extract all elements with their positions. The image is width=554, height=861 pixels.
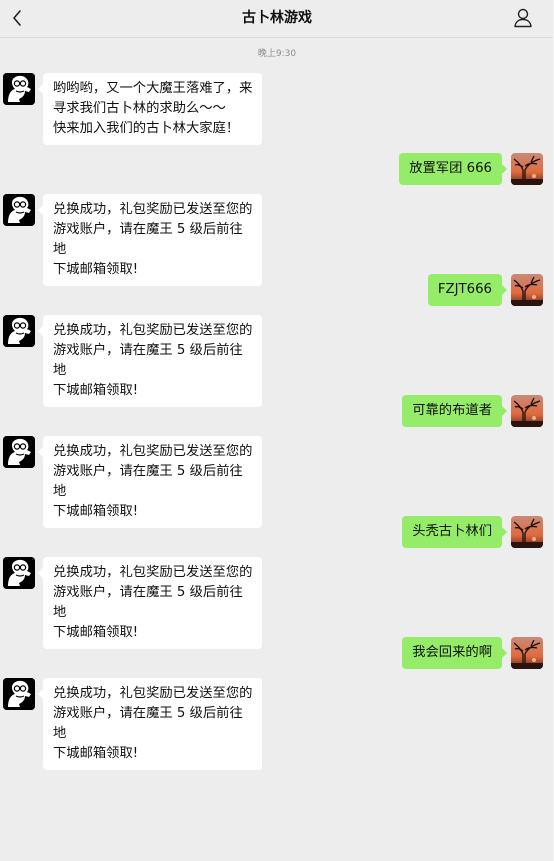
outgoing-message-bubble[interactable]: 我会回来的啊	[402, 637, 507, 669]
message-line: 下城邮箱领取!	[53, 746, 139, 761]
goblin-avatar-icon[interactable]	[3, 315, 35, 347]
message-line: 快来加入我们的古卜林大家庭！	[53, 121, 240, 136]
message-line: 兑换成功，礼包奖励已发送至您的	[53, 565, 253, 580]
person-icon[interactable]	[512, 7, 534, 29]
incoming-message-bubble[interactable]: 兑换成功，礼包奖励已发送至您的 游戏账户，请在魔王 5 级后前往地 下城邮箱领取…	[38, 194, 262, 286]
message-line: 游戏账户，请在魔王 5 级后前往地	[53, 585, 243, 620]
chat-title: 古卜林游戏	[242, 10, 312, 26]
message-line: 下城邮箱领取!	[53, 383, 139, 398]
message-line: 兑换成功，礼包奖励已发送至您的	[53, 202, 253, 217]
message-timestamp: 晚上9:30	[257, 49, 297, 59]
goblin-avatar-icon[interactable]	[3, 73, 35, 105]
outgoing-message-bubble[interactable]: 放置军团 666	[399, 153, 507, 185]
user-avatar-icon[interactable]	[511, 516, 543, 548]
user-avatar-icon[interactable]	[511, 274, 543, 306]
message-line: 下城邮箱领取!	[53, 262, 139, 277]
message-line: 兑换成功，礼包奖励已发送至您的	[53, 323, 253, 338]
message-line: 兑换成功，礼包奖励已发送至您的	[53, 686, 253, 701]
goblin-avatar-icon[interactable]	[3, 436, 35, 468]
message-line: 兑换成功，礼包奖励已发送至您的	[53, 444, 253, 459]
goblin-avatar-icon[interactable]	[3, 678, 35, 710]
user-avatar-icon[interactable]	[511, 637, 543, 669]
incoming-message-bubble[interactable]: 兑换成功，礼包奖励已发送至您的 游戏账户，请在魔王 5 级后前往地 下城邮箱领取…	[38, 678, 262, 770]
incoming-message-bubble[interactable]: 兑换成功，礼包奖励已发送至您的 游戏账户，请在魔王 5 级后前往地 下城邮箱领取…	[38, 557, 262, 649]
message-text: 可靠的布道者	[412, 403, 492, 418]
message-line: 哟哟哟，又一个大魔王落难了，来	[53, 81, 253, 96]
message-line: 下城邮箱领取!	[53, 625, 139, 640]
outgoing-message-bubble[interactable]: 头秃古卜林们	[402, 516, 507, 548]
user-avatar-icon[interactable]	[511, 153, 543, 185]
user-avatar-icon[interactable]	[511, 395, 543, 427]
goblin-avatar-icon[interactable]	[3, 194, 35, 226]
goblin-avatar-icon[interactable]	[3, 557, 35, 589]
chat-header: 古卜林游戏	[0, 0, 554, 38]
message-line: 游戏账户，请在魔王 5 级后前往地	[53, 706, 243, 741]
outgoing-message-bubble[interactable]: 可靠的布道者	[402, 395, 507, 427]
message-text: FZJT666	[437, 282, 492, 297]
message-line: 寻求我们古卜林的求助么～～	[53, 101, 226, 116]
message-text: 放置军团 666	[409, 161, 492, 176]
message-line: 游戏账户，请在魔王 5 级后前往地	[53, 464, 243, 499]
message-line: 游戏账户，请在魔王 5 级后前往地	[53, 222, 243, 257]
message-text: 我会回来的啊	[412, 645, 492, 660]
incoming-message-bubble[interactable]: 哟哟哟，又一个大魔王落难了，来 寻求我们古卜林的求助么～～ 快来加入我们的古卜林…	[38, 73, 262, 145]
message-text: 头秃古卜林们	[412, 524, 492, 539]
incoming-message-bubble[interactable]: 兑换成功，礼包奖励已发送至您的 游戏账户，请在魔王 5 级后前往地 下城邮箱领取…	[38, 315, 262, 407]
outgoing-message-bubble[interactable]: FZJT666	[427, 274, 508, 306]
message-line: 下城邮箱领取!	[53, 504, 139, 519]
message-line: 游戏账户，请在魔王 5 级后前往地	[53, 343, 243, 378]
incoming-message-bubble[interactable]: 兑换成功，礼包奖励已发送至您的 游戏账户，请在魔王 5 级后前往地 下城邮箱领取…	[38, 436, 262, 528]
